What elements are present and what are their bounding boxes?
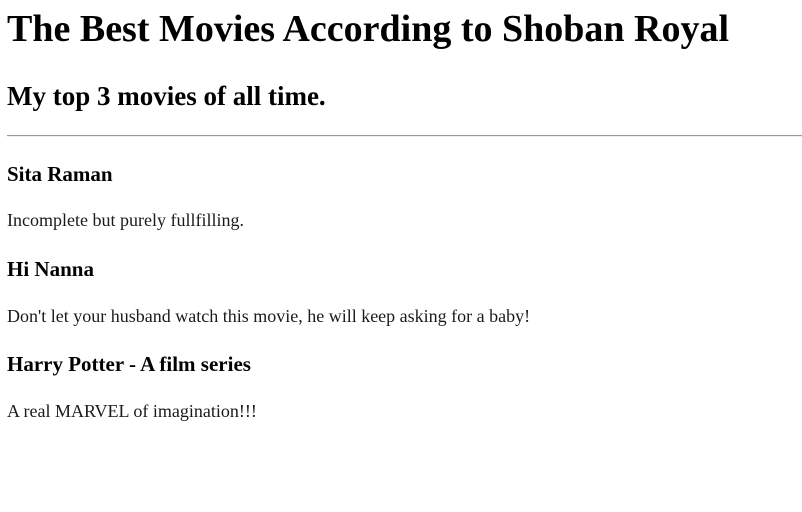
page-content: The Best Movies According to Shoban Roya… — [0, 0, 802, 422]
page-subtitle: My top 3 movies of all time. — [7, 81, 326, 111]
movie-title: Sita Raman — [7, 162, 113, 186]
movie-list: Sita Raman Incomplete but purely fullfil… — [7, 162, 795, 422]
movie-title: Harry Potter - A film series — [7, 352, 251, 376]
movie-item-hi-nanna: Hi Nanna Don't let your husband watch th… — [7, 257, 795, 327]
divider — [7, 135, 802, 137]
page-title: The Best Movies According to Shoban Roya… — [7, 8, 730, 50]
movie-title: Hi Nanna — [7, 257, 94, 281]
movie-description: A real MARVEL of imagination!!! — [7, 401, 257, 421]
movie-item-harry-potter: Harry Potter - A film series A real MARV… — [7, 352, 795, 422]
movie-description: Don't let your husband watch this movie,… — [7, 306, 531, 326]
movie-description: Incomplete but purely fullfilling. — [7, 210, 244, 230]
movie-item-sita-raman: Sita Raman Incomplete but purely fullfil… — [7, 162, 795, 231]
